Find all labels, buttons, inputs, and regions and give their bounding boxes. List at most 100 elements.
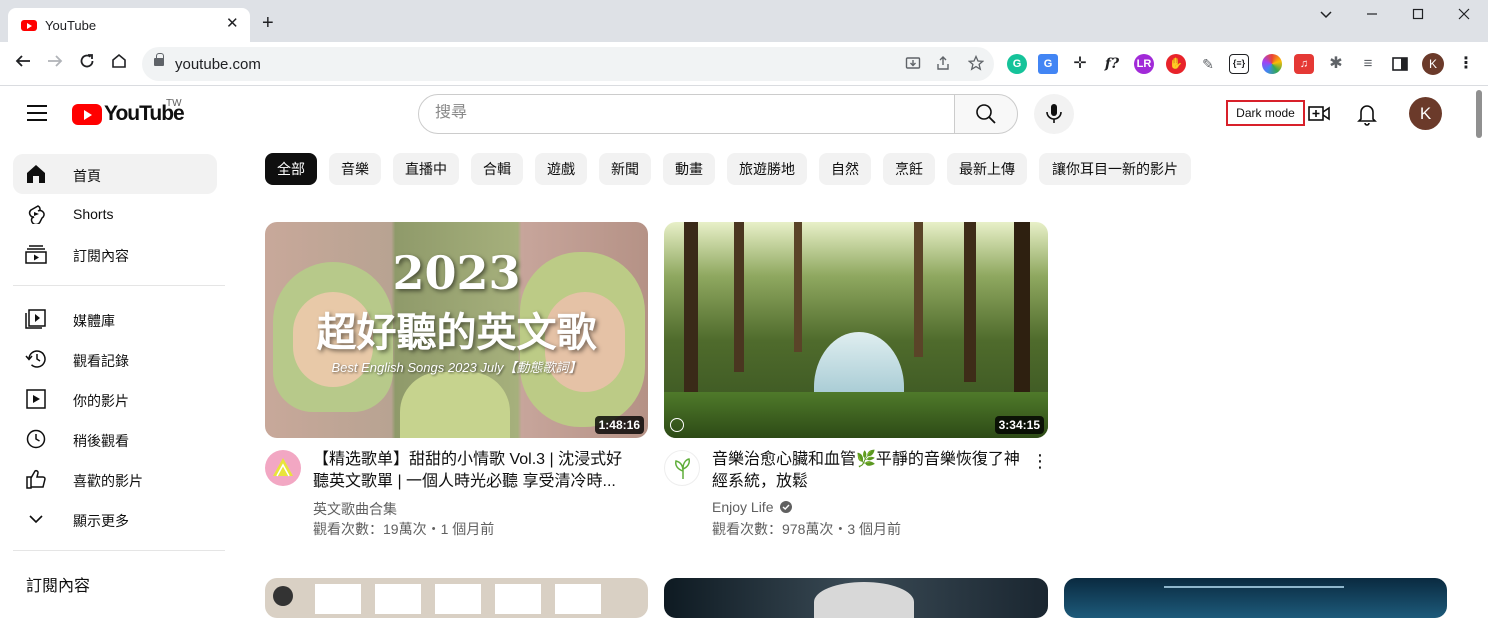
create-video-icon[interactable] [1308,104,1330,129]
install-app-icon[interactable] [904,55,922,73]
tab-close-icon[interactable]: ✕ [226,16,239,32]
video-duration: 3:34:15 [994,416,1044,434]
browser-tab-youtube[interactable]: YouTube ✕ [8,8,250,42]
maximize-window-icon[interactable] [1408,6,1428,26]
region-code: TW [166,98,182,109]
sidebar-item-your-videos[interactable]: 你的影片 [13,379,217,419]
home-icon [27,165,45,183]
sidebar-item-show-more[interactable]: 顯示更多 [13,499,217,539]
new-tab-button[interactable]: + [262,13,274,33]
video-title[interactable]: 音樂治愈心臟和血管🌿平靜的音樂恢復了神經系統，放鬆 [712,449,1030,493]
chip-mixes[interactable]: 合輯 [471,153,523,185]
bookmark-star-icon[interactable] [967,54,985,73]
subscriptions-heading: 訂閱內容 [26,578,91,595]
formula-extension-icon[interactable]: f? [1102,54,1122,74]
chip-cooking[interactable]: 烹飪 [883,153,935,185]
watch-later-icon [26,429,46,449]
history-icon [25,350,46,368]
sidebar-item-library[interactable]: 媒體庫 [13,299,217,339]
chip-new-to-you[interactable]: 讓你耳目一新的影片 [1039,153,1191,185]
media-control-icon[interactable]: ≡ [1358,54,1378,74]
forward-button[interactable] [43,52,67,76]
chip-gaming[interactable]: 遊戲 [535,153,587,185]
json-extension-icon[interactable]: {≡} [1229,54,1249,74]
browser-menu-icon[interactable]: ⋮ [1456,54,1476,74]
sidebar-item-history[interactable]: 觀看記錄 [13,339,217,379]
channel-name[interactable]: 英文歌曲合集 [313,499,397,519]
chip-nature[interactable]: 自然 [819,153,871,185]
sidebar-item-watch-later[interactable]: 稍後觀看 [13,419,217,459]
video-thumbnail-1[interactable]: 2023 超好聽的英文歌 Best English Songs 2023 Jul… [265,222,648,438]
search-button[interactable] [954,94,1018,134]
sidebar-item-home[interactable]: 首頁 [13,154,217,194]
search-box[interactable] [418,94,955,134]
tab-search-chevron-icon[interactable] [1316,6,1336,26]
thumbnail-year: 2023 [392,246,521,300]
video-metadata: 觀看次數：978萬次・3 個月前 [712,521,902,537]
youtube-favicon-icon [21,20,37,31]
language-reactor-extension-icon[interactable]: LR [1134,54,1154,74]
voice-search-button[interactable] [1034,94,1074,134]
page-scrollbar[interactable] [1476,90,1482,138]
browser-tab-bar: YouTube ✕ + [0,0,1488,42]
sidebar-item-liked-videos[interactable]: 喜歡的影片 [13,459,217,499]
video-thumbnail-5[interactable] [1064,578,1447,618]
subscriptions-icon [25,245,47,264]
sidebar-item-shorts[interactable]: Shorts [13,194,217,234]
channel-avatar[interactable] [265,450,301,486]
chip-live[interactable]: 直播中 [393,153,459,185]
hamburger-menu-icon[interactable] [27,105,47,121]
chip-animation[interactable]: 動畫 [663,153,715,185]
account-avatar[interactable]: K [1409,97,1442,130]
search-icon [976,104,996,124]
home-button[interactable] [107,52,131,76]
video-thumbnail-2[interactable]: 3:34:15 [664,222,1048,438]
browser-profile-avatar[interactable]: K [1422,53,1444,75]
your-videos-icon [26,389,46,409]
chevron-down-icon [29,515,43,524]
notifications-bell-icon[interactable] [1356,102,1378,131]
reload-button[interactable] [75,52,99,76]
ublock-extension-icon[interactable]: ✋ [1166,54,1186,74]
sidebar-item-subscriptions[interactable]: 訂閱內容 [13,234,217,274]
minimize-window-icon[interactable] [1362,6,1382,26]
shorts-icon [28,205,45,224]
channel-avatar[interactable] [664,450,700,486]
grammarly-extension-icon[interactable]: G [1007,54,1027,74]
channel-name[interactable]: Enjoy Life [712,499,793,515]
chip-music[interactable]: 音樂 [329,153,381,185]
sidebar-divider [13,285,225,286]
thumbnail-heading: 超好聽的英文歌 [316,309,597,356]
url-text[interactable]: youtube.com [175,56,261,73]
sidebar-divider [13,550,225,551]
video-thumbnail-4[interactable] [664,578,1048,618]
youtube-masthead: YouTube TW Dark mode K [0,86,1472,142]
video-duration: 1:48:16 [594,416,644,434]
browser-toolbar: youtube.com G G ✛ f? LR ✋ ✎ {≡} ♫ ✱ ≡ K … [0,42,1488,86]
lock-icon[interactable] [154,53,164,66]
chip-all[interactable]: 全部 [265,153,317,185]
video-title[interactable]: 【精选歌单】甜甜的小情歌 Vol.3 | 沈浸式好聽英文歌單 | 一個人時光必聽… [313,449,633,493]
tab-title: YouTube [45,18,97,33]
back-button[interactable] [11,52,35,76]
color-picker-extension-icon[interactable] [1262,54,1282,74]
extensions-puzzle-icon[interactable]: ✱ [1326,54,1346,74]
dark-mode-button[interactable]: Dark mode [1226,100,1305,126]
chip-recently-uploaded[interactable]: 最新上傳 [947,153,1027,185]
microphone-icon [1046,104,1062,123]
share-icon[interactable] [934,55,952,73]
music-extension-icon[interactable]: ♫ [1294,54,1314,74]
dictionary-extension-icon[interactable]: ✎ [1198,54,1218,74]
chip-news[interactable]: 新聞 [599,153,651,185]
side-panel-icon[interactable] [1390,54,1410,74]
close-window-icon[interactable] [1454,6,1474,26]
thumbnail-caption: Best English Songs 2023 July【動態歌詞】 [331,360,582,375]
verified-badge-icon [780,501,793,513]
more-actions-icon[interactable]: ⋮ [1031,452,1049,470]
video-thumbnail-3[interactable] [265,578,648,618]
address-bar[interactable]: youtube.com [142,47,994,81]
search-input[interactable] [435,104,935,122]
chip-travel[interactable]: 旅遊勝地 [727,153,807,185]
move-extension-icon[interactable]: ✛ [1070,54,1090,74]
translate-extension-icon[interactable]: G [1038,54,1058,74]
